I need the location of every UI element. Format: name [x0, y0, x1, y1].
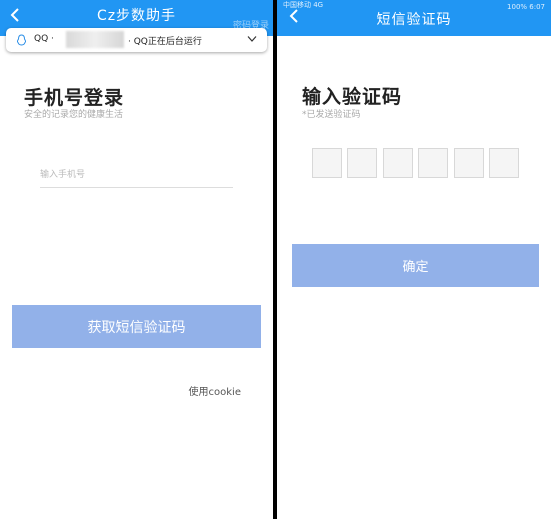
notification-message: · QQ正在后台运行	[128, 37, 202, 47]
page-subtitle: 安全的记录您的健康生活	[24, 110, 124, 120]
code-digit-box[interactable]	[383, 148, 413, 178]
code-digit-box[interactable]	[418, 148, 448, 178]
page-title: 输入验证码	[302, 86, 403, 108]
verify-code-screen: 中国移动 4G 100% 6:07 短信验证码 输入验证码 *已发送验证码 确定	[277, 0, 551, 519]
page-title: 手机号登录	[24, 87, 125, 109]
code-digit-box[interactable]	[347, 148, 377, 178]
qq-penguin-icon	[16, 34, 27, 46]
code-digit-box[interactable]	[489, 148, 519, 178]
chevron-down-icon[interactable]	[247, 35, 257, 43]
confirm-button[interactable]: 确定	[292, 244, 539, 287]
login-screen: Cz步数助手 密码登录 QQ · · QQ正在后台运行 手机号登录 安全的记录您…	[0, 0, 273, 519]
code-digit-box[interactable]	[312, 148, 342, 178]
use-cookie-link[interactable]: 使用cookie	[189, 383, 241, 398]
app-bar: 中国移动 4G 100% 6:07 短信验证码	[277, 0, 551, 36]
phone-number-input[interactable]	[40, 162, 233, 188]
app-title: 短信验证码	[376, 12, 452, 28]
get-code-button[interactable]: 获取短信验证码	[12, 305, 261, 348]
notification-app-name: QQ ·	[34, 34, 54, 44]
redacted-content	[66, 31, 124, 48]
code-digit-box[interactable]	[454, 148, 484, 178]
qq-notification[interactable]: QQ · · QQ正在后台运行	[6, 28, 267, 52]
page-subtitle: *已发送验证码	[302, 110, 361, 120]
